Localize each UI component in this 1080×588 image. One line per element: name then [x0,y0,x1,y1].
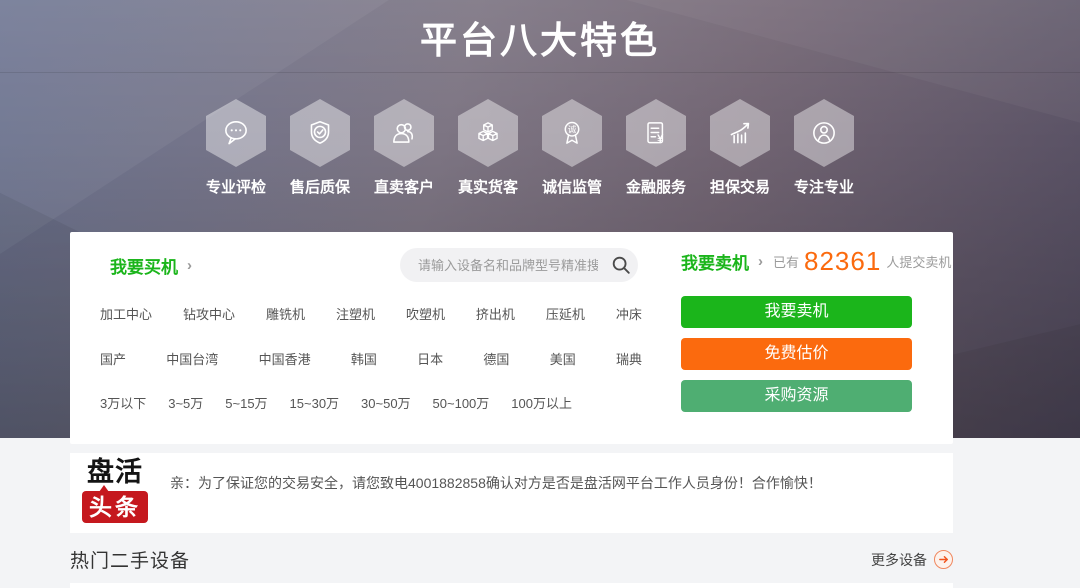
next-section-top-edge [70,583,953,588]
hexagon-badge [290,99,350,167]
search-bar [400,248,638,282]
more-equipment-label: 更多设备 [871,550,927,570]
safety-notice-text: 亲：为了保证您的交易安全，请您致电4001882858确认对方是否是盘活网平台工… [170,473,822,493]
integrity-medal-icon: 诚 [556,117,588,149]
hexagon-badge [794,99,854,167]
hexagon-badge: ¥ [626,99,686,167]
feature-item-guaranteed-transaction: 担保交易 [698,99,782,197]
price-range-link[interactable]: 15~30万 [290,393,340,412]
sell-machine-header: 我要卖机 › 已有 82361 人提交卖机 [681,246,953,277]
feature-item-financial-services: ¥ 金融服务 [614,99,698,197]
search-input[interactable] [400,258,604,273]
origin-link[interactable]: 韩国 [351,349,377,368]
machine-link[interactable]: 钻攻中心 [183,304,235,323]
price-range-link[interactable]: 3万以下 [100,393,146,412]
hexagon-badge [206,99,266,167]
feature-item-focused-professional: 专注专业 [782,99,866,197]
price-range-link[interactable]: 50~100万 [433,393,490,412]
origin-link[interactable]: 中国台湾 [166,349,218,368]
sell-machine-link[interactable]: 我要卖机 [681,249,749,274]
hexagon-badge [710,99,770,167]
chevron-right-icon: › [758,254,763,269]
origin-link[interactable]: 美国 [550,349,576,368]
origin-link[interactable]: 瑞典 [616,349,642,368]
feature-label: 真实货客 [458,176,518,197]
search-filter-card: 我要买机 › 我要卖机 › 已有 82361 人提交卖机 加工中心 钻攻中心 雕… [70,232,953,444]
page: 平台八大特色 专业评检 [0,0,1080,588]
price-range-link[interactable]: 3~5万 [168,393,203,412]
buy-machine-label: 我要买机 [110,253,178,278]
machine-link[interactable]: 注塑机 [336,304,375,323]
cargo-cubes-icon [472,117,504,149]
search-icon[interactable] [604,248,638,282]
growth-chart-icon [724,117,756,149]
panhuo-toutiao-logo: 盘活 头条 [80,458,150,523]
machine-link[interactable]: 冲床 [616,304,642,323]
specialist-icon [808,117,840,149]
section-title: 热门二手设备 [70,546,190,573]
sell-stat-count: 82361 [804,246,881,277]
feature-label: 诚信监管 [542,176,602,197]
machine-link[interactable]: 加工中心 [100,304,152,323]
sell-machine-button[interactable]: 我要卖机 [681,296,912,328]
finance-doc-icon: ¥ [640,117,672,149]
feature-item-real-cargo: 真实货客 [446,99,530,197]
chevron-right-icon: › [187,258,192,273]
svg-text:诚: 诚 [568,124,577,134]
shield-check-icon [304,117,336,149]
logo-bottom-text: 头条 [82,491,148,523]
logo-top-text: 盘活 [87,458,143,486]
feature-item-integrity-supervision: 诚 诚信监管 [530,99,614,197]
feature-row: 专业评检 售后质保 [194,99,866,197]
machine-link[interactable]: 雕铣机 [266,304,305,323]
machine-type-links-row: 加工中心 钻攻中心 雕铣机 注塑机 吹塑机 挤出机 压延机 冲床 [100,304,642,323]
safety-notice-bar: 盘活 头条 亲：为了保证您的交易安全，请您致电4001882858确认对方是否是… [70,453,953,533]
customers-icon [388,117,420,149]
machine-link[interactable]: 吹塑机 [406,304,445,323]
hexagon-badge [458,99,518,167]
feature-label: 售后质保 [290,176,350,197]
feature-label: 直卖客户 [374,176,434,197]
origin-link[interactable]: 德国 [483,349,509,368]
origin-link[interactable]: 日本 [417,349,443,368]
feature-label: 担保交易 [710,176,770,197]
more-equipment-link[interactable]: 更多设备 [871,550,953,570]
sell-stat-prefix: 已有 [773,252,799,271]
feature-item-professional-inspection: 专业评检 [194,99,278,197]
hot-equipment-section-header: 热门二手设备 更多设备 [70,546,953,573]
free-appraisal-button[interactable]: 免费估价 [681,338,912,370]
machine-link[interactable]: 挤出机 [476,304,515,323]
hexagon-badge [374,99,434,167]
feature-item-direct-customers: 直卖客户 [362,99,446,197]
price-range-link[interactable]: 30~50万 [361,393,411,412]
buy-machine-link[interactable]: 我要买机 › [110,253,192,278]
purchase-resources-button[interactable]: 采购资源 [681,380,912,412]
feature-label: 专业评检 [206,176,266,197]
hexagon-badge: 诚 [542,99,602,167]
hero-divider [0,72,1080,73]
machine-link[interactable]: 压延机 [546,304,585,323]
price-range-link[interactable]: 5~15万 [225,393,267,412]
arrow-right-circle-icon [934,550,953,569]
feature-item-after-sales-warranty: 售后质保 [278,99,362,197]
feature-label: 专注专业 [794,176,854,197]
sell-stat-suffix: 人提交卖机 [886,252,951,271]
origin-links-row: 国产 中国台湾 中国香港 韩国 日本 德国 美国 瑞典 [100,349,642,368]
hero-title: 平台八大特色 [0,10,1080,64]
price-range-links-row: 3万以下 3~5万 5~15万 15~30万 30~50万 50~100万 10… [100,393,572,412]
origin-link[interactable]: 中国香港 [259,349,311,368]
origin-link[interactable]: 国产 [100,349,126,368]
feature-label: 金融服务 [626,176,686,197]
chat-icon [220,117,252,149]
svg-text:¥: ¥ [657,133,664,145]
price-range-link[interactable]: 100万以上 [511,393,572,412]
